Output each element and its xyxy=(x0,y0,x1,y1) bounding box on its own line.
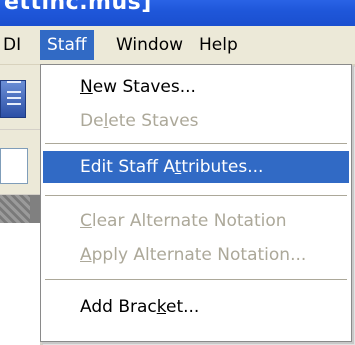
title-bar: ettinc.mus] xyxy=(0,0,355,26)
menu-item-edit-staff-attributes[interactable]: Edit Staff Attributes... xyxy=(43,151,349,183)
menu-item-delete-staves: Delete Staves xyxy=(43,105,349,137)
menu-item-label: Edit Staff Attributes... xyxy=(80,157,264,177)
window-title: ettinc.mus] xyxy=(4,0,152,15)
menu-item-label: Apply Alternate Notation... xyxy=(80,245,307,265)
menu-window[interactable]: Window xyxy=(109,30,190,60)
menu-item-label: Clear Alternate Notation xyxy=(80,211,287,231)
staff-menu-dropdown: New Staves... Delete Staves Edit Staff A… xyxy=(40,64,352,342)
menu-item-new-staves[interactable]: New Staves... xyxy=(43,71,349,103)
menu-item-label: Add Bracket... xyxy=(80,297,200,317)
document-area xyxy=(0,223,40,345)
toolbar-field[interactable] xyxy=(0,148,28,184)
menu-staff[interactable]: Staff xyxy=(40,30,94,60)
menu-item-clear-alternate-notation: Clear Alternate Notation xyxy=(43,205,349,237)
menu-bar: DI Staff Window Help xyxy=(0,26,355,65)
menu-separator xyxy=(45,143,347,144)
menu-item-label: New Staves... xyxy=(80,77,196,97)
menu-di[interactable]: DI xyxy=(0,30,28,60)
toolbar-button[interactable] xyxy=(0,80,26,118)
menu-item-add-bracket[interactable]: Add Bracket... xyxy=(43,291,349,323)
menu-item-apply-alternate-notation: Apply Alternate Notation... xyxy=(43,239,349,271)
menu-item-label: Delete Staves xyxy=(80,111,199,131)
menu-separator xyxy=(45,279,347,280)
menu-help[interactable]: Help xyxy=(192,30,245,60)
menu-separator xyxy=(45,195,347,196)
